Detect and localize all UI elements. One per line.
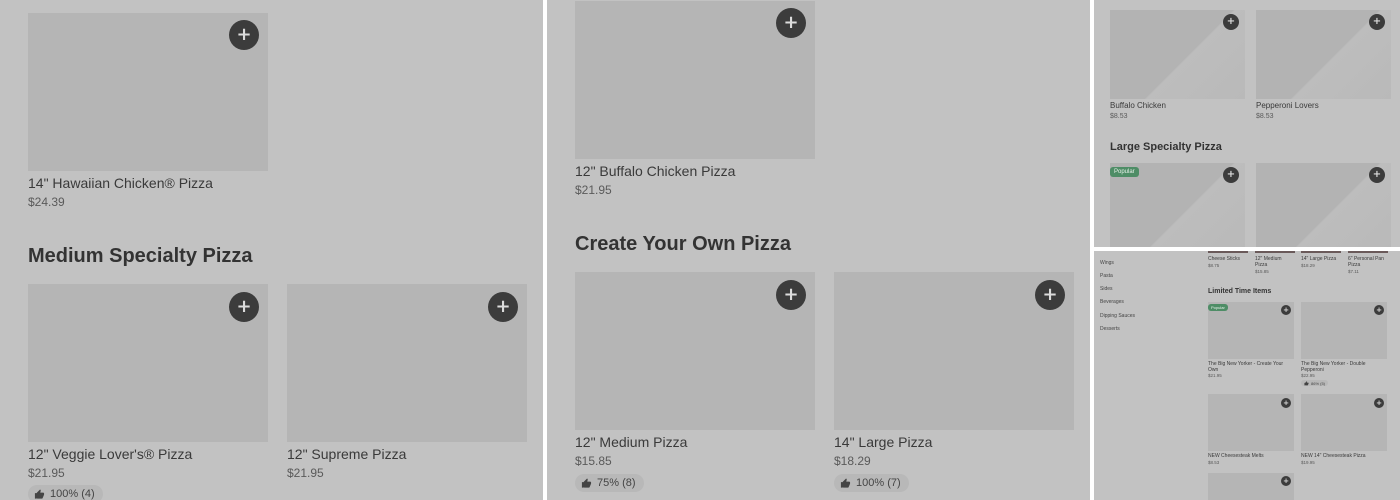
product-price: $21.95 — [28, 466, 65, 480]
add-item-button[interactable]: + — [1035, 280, 1065, 310]
rating-text: 100% (7) — [856, 477, 901, 489]
plus-icon: + — [1372, 16, 1382, 27]
product-price: $21.95 — [575, 183, 612, 197]
product-name[interactable]: Buffalo Chicken — [1110, 101, 1166, 110]
rating-badge: 100% (7) — [834, 474, 909, 492]
thumbs-up-icon — [581, 477, 592, 488]
section-title: Medium Specialty Pizza — [28, 245, 253, 267]
sidebar-item-desserts[interactable]: Desserts — [1100, 326, 1120, 332]
plus-icon: + — [1283, 476, 1289, 485]
product-price: $22.95 — [1301, 373, 1315, 378]
section-title: Limited Time Items — [1208, 288, 1272, 295]
product-name[interactable]: 12" Supreme Pizza — [287, 446, 406, 462]
add-item-button[interactable]: + — [1374, 305, 1384, 315]
product-price: $7.11 — [1348, 269, 1359, 274]
product-image[interactable] — [1208, 251, 1248, 253]
plus-icon: + — [1283, 305, 1289, 314]
add-item-button[interactable]: + — [1374, 398, 1384, 408]
product-price: $8.53 — [1208, 460, 1220, 465]
add-item-button[interactable]: + — [1223, 167, 1239, 183]
product-name[interactable]: 12" Medium Pizza — [1255, 256, 1295, 268]
section-title: Large Specialty Pizza — [1110, 141, 1222, 153]
product-image[interactable] — [1301, 251, 1341, 253]
rating-text: 75% (8) — [597, 477, 636, 489]
rating-badge: 100% (4) — [28, 485, 103, 500]
plus-icon: + — [1226, 169, 1236, 180]
plus-icon: + — [1376, 305, 1382, 314]
product-price: $8.53 — [1256, 113, 1274, 120]
popular-badge: Popular — [1110, 167, 1139, 177]
popular-badge: Popular — [1208, 304, 1228, 311]
product-name[interactable]: 14" Large Pizza — [834, 434, 932, 450]
product-name[interactable]: 12" Medium Pizza — [575, 434, 687, 450]
add-item-button[interactable]: + — [229, 20, 259, 50]
product-name[interactable]: 12" Buffalo Chicken Pizza — [575, 163, 735, 179]
add-item-button[interactable]: + — [229, 292, 259, 322]
product-price: $8.53 — [1110, 113, 1128, 120]
product-price: $18.29 — [1301, 263, 1315, 268]
add-item-button[interactable]: + — [1281, 398, 1291, 408]
rating-badge: 75% (8) — [575, 474, 644, 492]
thumbs-up-icon — [1304, 380, 1309, 385]
plus-icon: + — [236, 296, 252, 317]
product-name[interactable]: 14" Hawaiian Chicken® Pizza — [28, 175, 213, 191]
add-item-button[interactable]: + — [1281, 305, 1291, 315]
add-item-button[interactable]: + — [488, 292, 518, 322]
sidebar-item-pasta[interactable]: Pasta — [1100, 273, 1113, 279]
rating-text: 86% (5) — [1311, 380, 1326, 386]
product-name[interactable]: NEW Cheesesteak Melts — [1208, 453, 1264, 459]
product-name[interactable]: Cheese Sticks — [1208, 256, 1240, 262]
add-item-button[interactable]: + — [1369, 167, 1385, 183]
add-item-button[interactable]: + — [1223, 14, 1239, 30]
rating-badge: 86% (5) — [1301, 380, 1329, 386]
plus-icon: + — [1376, 398, 1382, 407]
product-name[interactable]: The Big New Yorker - Create Your Own — [1208, 361, 1294, 373]
menu-panel-1: + 14" Hawaiian Chicken® Pizza $24.39 Med… — [0, 0, 543, 500]
plus-icon: + — [495, 296, 511, 317]
section-title: Create Your Own Pizza — [575, 233, 791, 255]
plus-icon: + — [1372, 169, 1382, 180]
product-price: $21.95 — [1208, 373, 1222, 378]
product-name[interactable]: 14" Large Pizza — [1301, 256, 1336, 262]
add-item-button[interactable]: + — [776, 8, 806, 38]
product-price: $15.85 — [575, 454, 612, 468]
product-name[interactable]: 12" Veggie Lover's® Pizza — [28, 446, 192, 462]
menu-panel-2: + 12" Buffalo Chicken Pizza $21.95 Creat… — [547, 0, 1090, 500]
plus-icon: + — [783, 284, 799, 305]
plus-icon: + — [1042, 284, 1058, 305]
plus-icon: + — [783, 12, 799, 33]
product-price: $8.75 — [1208, 263, 1220, 268]
product-image[interactable] — [1348, 251, 1388, 253]
menu-panel-3: + Buffalo Chicken $8.53 + Pepperoni Love… — [1094, 0, 1400, 247]
product-name[interactable]: Pepperoni Lovers — [1256, 101, 1319, 110]
rating-text: 100% (4) — [50, 488, 95, 500]
plus-icon: + — [1226, 16, 1236, 27]
product-name[interactable]: 6" Personal Pan Pizza — [1348, 256, 1390, 268]
product-price: $18.29 — [834, 454, 871, 468]
plus-icon: + — [1283, 398, 1289, 407]
product-price: $19.95 — [1301, 460, 1315, 465]
add-item-button[interactable]: + — [1369, 14, 1385, 30]
product-price: $24.39 — [28, 195, 65, 209]
product-price: $15.85 — [1255, 269, 1269, 274]
product-price: $21.95 — [287, 466, 324, 480]
sidebar-item-beverages[interactable]: Beverages — [1100, 299, 1124, 305]
add-item-button[interactable]: + — [776, 280, 806, 310]
thumbs-up-icon — [34, 488, 45, 499]
menu-panel-4: Wings Pasta Sides Beverages Dipping Sauc… — [1094, 251, 1400, 500]
add-item-button[interactable]: + — [1281, 476, 1291, 486]
sidebar-item-sides[interactable]: Sides — [1100, 286, 1113, 292]
thumbs-up-icon — [840, 477, 851, 488]
product-name[interactable]: The Big New Yorker - Double Pepperoni — [1301, 361, 1387, 373]
plus-icon: + — [236, 24, 252, 45]
product-name[interactable]: NEW 14" Cheesesteak Pizza — [1301, 453, 1366, 459]
product-image[interactable] — [1255, 251, 1295, 253]
sidebar-item-dipping-sauces[interactable]: Dipping Sauces — [1100, 313, 1135, 319]
sidebar-item-wings[interactable]: Wings — [1100, 260, 1114, 266]
